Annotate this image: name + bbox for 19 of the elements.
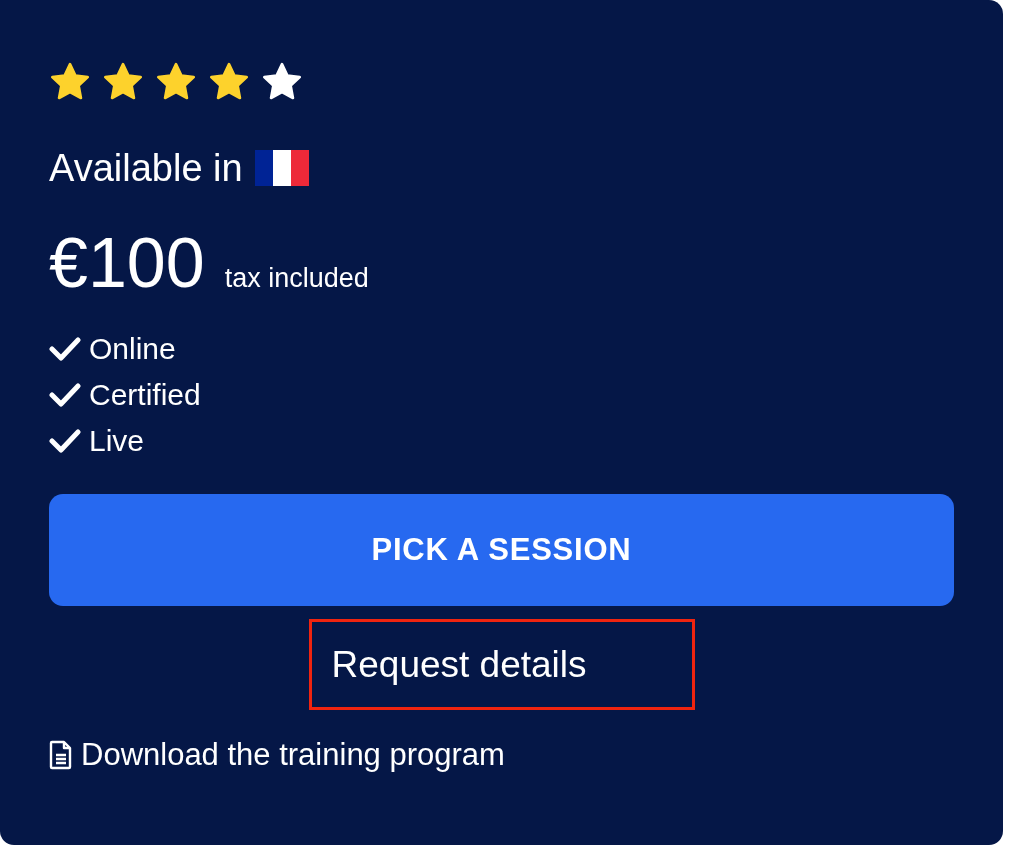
star-icon	[102, 62, 144, 102]
document-icon	[49, 740, 73, 771]
flag-icon	[254, 148, 309, 188]
check-icon	[49, 382, 81, 408]
feature-label: Certified	[89, 380, 201, 410]
download-program-link[interactable]: Download the training program	[49, 732, 505, 779]
star-icon	[155, 62, 197, 102]
availability-label: Available in	[49, 149, 243, 187]
pick-session-button[interactable]: PICK A SESSION	[49, 494, 954, 606]
request-details-link[interactable]: Request details	[308, 619, 695, 710]
price-note: tax included	[224, 265, 369, 292]
feature-label: Online	[89, 334, 176, 364]
feature-label: Live	[89, 426, 145, 456]
price: €100	[49, 228, 205, 298]
star-icon	[261, 62, 303, 102]
check-icon	[49, 428, 81, 454]
star-icon	[49, 62, 91, 102]
star-icon	[208, 62, 250, 102]
check-icon	[49, 336, 81, 362]
